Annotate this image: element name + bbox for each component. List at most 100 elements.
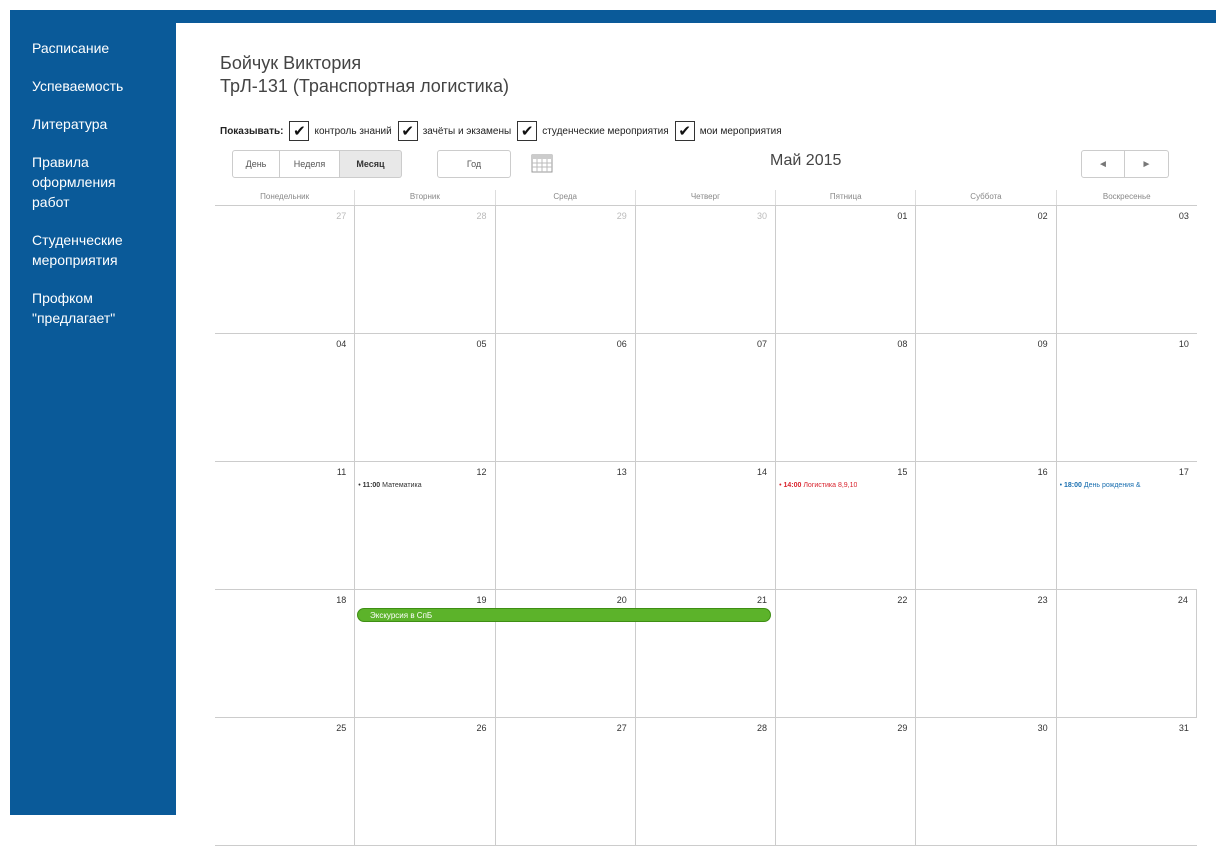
day-cell[interactable]: 08 [776, 334, 917, 461]
filter-bar: Показывать: ✔ контроль знаний ✔ зачёты и эк… [220, 120, 788, 142]
day-number: 18 [336, 595, 347, 605]
day-cell[interactable]: 28 [355, 206, 496, 333]
checkmark-icon[interactable]: ✔ [674, 121, 695, 141]
filter-checkbox[interactable]: ✔ контроль знаний [289, 121, 392, 141]
day-cell[interactable]: 16 [916, 462, 1057, 589]
event-title: Математика [382, 482, 422, 489]
day-cell[interactable]: 18 [215, 590, 356, 717]
day-cell[interactable]: 27 [496, 718, 636, 845]
day-cell[interactable]: 10 [1057, 334, 1197, 461]
weekday-label: Суббота [916, 190, 1057, 205]
day-cell[interactable]: 09 [916, 334, 1057, 461]
top-margin [0, 0, 1216, 10]
day-cell[interactable]: 28 [636, 718, 777, 845]
arrow-left-icon: ◄ [1098, 158, 1108, 170]
day-cell[interactable]: 23 [916, 590, 1057, 717]
day-cell[interactable]: 11 [215, 462, 356, 589]
sidebar-item-label: мероприятия [32, 252, 118, 268]
day-number: 30 [1037, 723, 1048, 733]
event-time: 14:00 [783, 482, 802, 489]
day-number: 19 [476, 595, 487, 605]
sidebar-item[interactable]: Расписание [32, 38, 172, 58]
filters-label: Показывать: [220, 125, 284, 137]
day-cell[interactable]: 30 [636, 206, 777, 333]
day-number: 21 [757, 595, 768, 605]
day-number: 27 [336, 211, 347, 221]
sidebar-item-label: Успеваемость [32, 78, 124, 94]
day-cell[interactable]: 17 • 18:00 День рождения & [1057, 462, 1197, 589]
filter-checkbox[interactable]: ✔ студенческие мероприятия [517, 121, 669, 141]
view-switcher: День Неделя Месяц [232, 150, 402, 178]
day-cell[interactable]: 06 [496, 334, 636, 461]
day-number: 15 [897, 467, 908, 477]
weekday-label: Четверг [636, 190, 777, 205]
prev-month-button[interactable]: ◄ [1081, 150, 1125, 178]
weekday-header: Понедельник Вторник Среда Четверг Пятница Суб… [215, 190, 1197, 206]
sidebar-item-label: Студенческие [32, 232, 123, 248]
checkmark-icon[interactable]: ✔ [517, 121, 538, 141]
sidebar-item[interactable]: Правила оформления работ [32, 152, 172, 212]
sidebar-item[interactable]: Студенческие мероприятия [32, 230, 172, 270]
day-number: 04 [336, 339, 347, 349]
filter-checkbox[interactable]: ✔ зачёты и экзамены [397, 121, 512, 141]
sidebar-item[interactable]: Литература [32, 114, 172, 134]
next-month-button[interactable]: ► [1125, 150, 1169, 178]
checkmark-icon[interactable]: ✔ [289, 121, 310, 141]
day-number: 05 [476, 339, 487, 349]
day-cell[interactable]: 29 [496, 206, 636, 333]
multi-day-event[interactable]: Экскурсия в СпБ [357, 608, 771, 622]
day-cell[interactable]: 24 [1057, 590, 1197, 717]
day-number: 13 [616, 467, 627, 477]
sidebar-item-label: работ [32, 194, 70, 210]
sidebar-item[interactable]: Профком "предлагает" [32, 288, 172, 328]
day-cell[interactable]: 12 • 11:00 Математика [355, 462, 496, 589]
day-cell[interactable]: 30 [916, 718, 1057, 845]
day-cell[interactable]: 03 [1057, 206, 1197, 333]
sidebar-item-label: оформления [32, 174, 116, 190]
sidebar-item[interactable]: Успеваемость [32, 76, 172, 96]
filter-label: мои мероприятия [699, 125, 782, 137]
week-view-button[interactable]: Неделя [280, 150, 340, 178]
calendar-icon[interactable] [531, 153, 553, 173]
day-number: 11 [336, 467, 347, 477]
day-number: 09 [1037, 339, 1048, 349]
filter-label: зачёты и экзамены [422, 125, 512, 137]
month-view-button[interactable]: Месяц [340, 150, 402, 178]
filter-checkbox[interactable]: ✔ мои мероприятия [674, 121, 782, 141]
day-view-button[interactable]: День [232, 150, 280, 178]
day-cell[interactable]: 27 [215, 206, 356, 333]
checkmark-icon[interactable]: ✔ [397, 121, 418, 141]
day-number: 22 [897, 595, 908, 605]
day-cell[interactable]: 05 [355, 334, 496, 461]
day-number: 27 [616, 723, 627, 733]
day-cell[interactable]: 04 [215, 334, 356, 461]
day-cell[interactable]: 22 [776, 590, 917, 717]
day-number: 20 [616, 595, 627, 605]
day-cell[interactable]: 01 [776, 206, 917, 333]
day-cell[interactable]: 25 [215, 718, 356, 845]
day-cell[interactable]: 07 [636, 334, 777, 461]
weekday-label: Среда [496, 190, 636, 205]
calendar-event[interactable]: • 11:00 Математика [358, 482, 421, 489]
day-number: 10 [1178, 339, 1189, 349]
day-cell[interactable]: 14 [636, 462, 777, 589]
calendar-event[interactable]: • 18:00 День рождения & [1060, 482, 1141, 489]
calendar-event[interactable]: • 14:00 Логистика 8,9,10 [779, 482, 857, 489]
year-view-button[interactable]: Год [437, 150, 511, 178]
day-number: 12 [476, 467, 487, 477]
day-cell[interactable]: 29 [776, 718, 917, 845]
day-cell[interactable]: 13 [496, 462, 636, 589]
event-time: 18:00 [1064, 482, 1082, 489]
sidebar: Расписание Успеваемость Литература Правила о… [10, 10, 176, 815]
day-number: 28 [757, 723, 768, 733]
day-cell[interactable]: 31 [1057, 718, 1197, 845]
day-number: 29 [616, 211, 627, 221]
day-number: 02 [1037, 211, 1048, 221]
day-cell[interactable]: 02 [916, 206, 1057, 333]
arrow-right-icon: ► [1141, 158, 1152, 170]
day-cell[interactable]: 15 • 14:00 Логистика 8,9,10 [776, 462, 917, 589]
week-row: 27 28 29 30 01 02 03 [215, 206, 1197, 334]
calendar-weeks: 27 28 29 30 01 02 03 04 05 06 07 08 09 10 11 12 • 11:00 … [215, 206, 1197, 846]
sidebar-item-label: Профком [32, 290, 93, 306]
day-cell[interactable]: 26 [355, 718, 496, 845]
